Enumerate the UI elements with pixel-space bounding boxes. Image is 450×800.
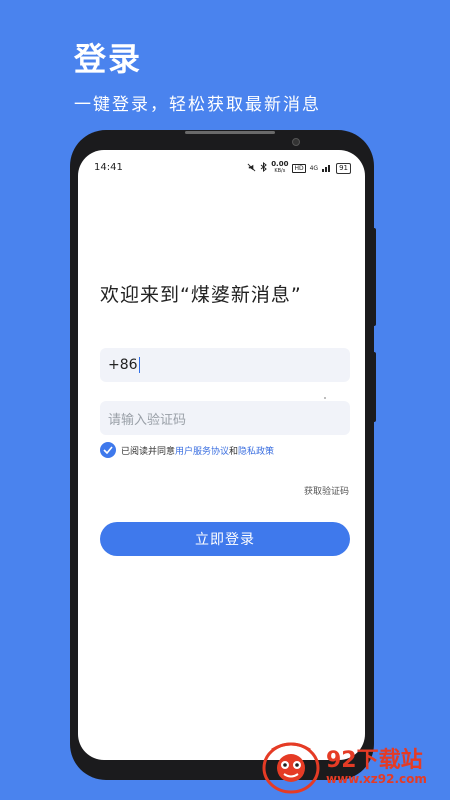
watermark-logo-icon (262, 742, 320, 794)
battery-icon: 91 (336, 162, 351, 174)
verification-code-placeholder: 请输入验证码 (108, 412, 187, 428)
privacy-link[interactable]: 隐私政策 (238, 444, 274, 457)
speed-indicator: 0.00 KB/s (271, 161, 288, 175)
terms-link[interactable]: 用户服务协议 (175, 444, 229, 457)
text-caret (138, 357, 140, 373)
camera-icon (292, 138, 300, 146)
page-subtitle: 一键登录，轻松获取最新消息 (74, 95, 321, 115)
network-label: 4G (309, 164, 319, 172)
status-bar: 14:41 0.00 KB/s HD 4G 91 (78, 150, 365, 186)
agreement-text: 已阅读并同意 (121, 446, 176, 457)
page-title: 登录 (74, 40, 143, 78)
watermark-title: 92下载站 (326, 748, 423, 773)
agreement-row: 已阅读并同意 用户服务协议和隐私政策 (100, 442, 274, 458)
watermark: 92下载站 www.xz92.com (262, 738, 442, 796)
phone-screen: 14:41 0.00 KB/s HD 4G 91 欢迎来到“煤婆新消息” +86… (78, 150, 365, 760)
speed-value: 0.00 (271, 160, 289, 168)
bluetooth-icon (260, 161, 267, 174)
hd-badge: HD (292, 163, 306, 173)
welcome-heading: 欢迎来到“煤婆新消息” (100, 284, 302, 306)
signal-icon (322, 163, 332, 174)
mute-icon (247, 163, 256, 174)
status-time: 14:41 (94, 162, 123, 173)
get-code-button[interactable]: 获取验证码 (304, 484, 349, 497)
status-icons: 0.00 KB/s HD 4G 91 (247, 161, 351, 175)
agreement-checkbox[interactable] (100, 442, 116, 458)
phone-input[interactable]: +86 (100, 348, 350, 382)
speed-unit: KB/s (274, 168, 286, 174)
verification-code-input[interactable]: 请输入验证码 (100, 401, 350, 435)
checkmark-icon (103, 446, 113, 454)
screen-speck (324, 397, 326, 399)
agreement-and: 和 (229, 446, 239, 457)
login-button[interactable]: 立即登录 (100, 522, 350, 556)
watermark-url: www.xz92.com (326, 772, 427, 786)
phone-input-value: +86 (108, 357, 138, 373)
phone-speaker (185, 131, 275, 134)
